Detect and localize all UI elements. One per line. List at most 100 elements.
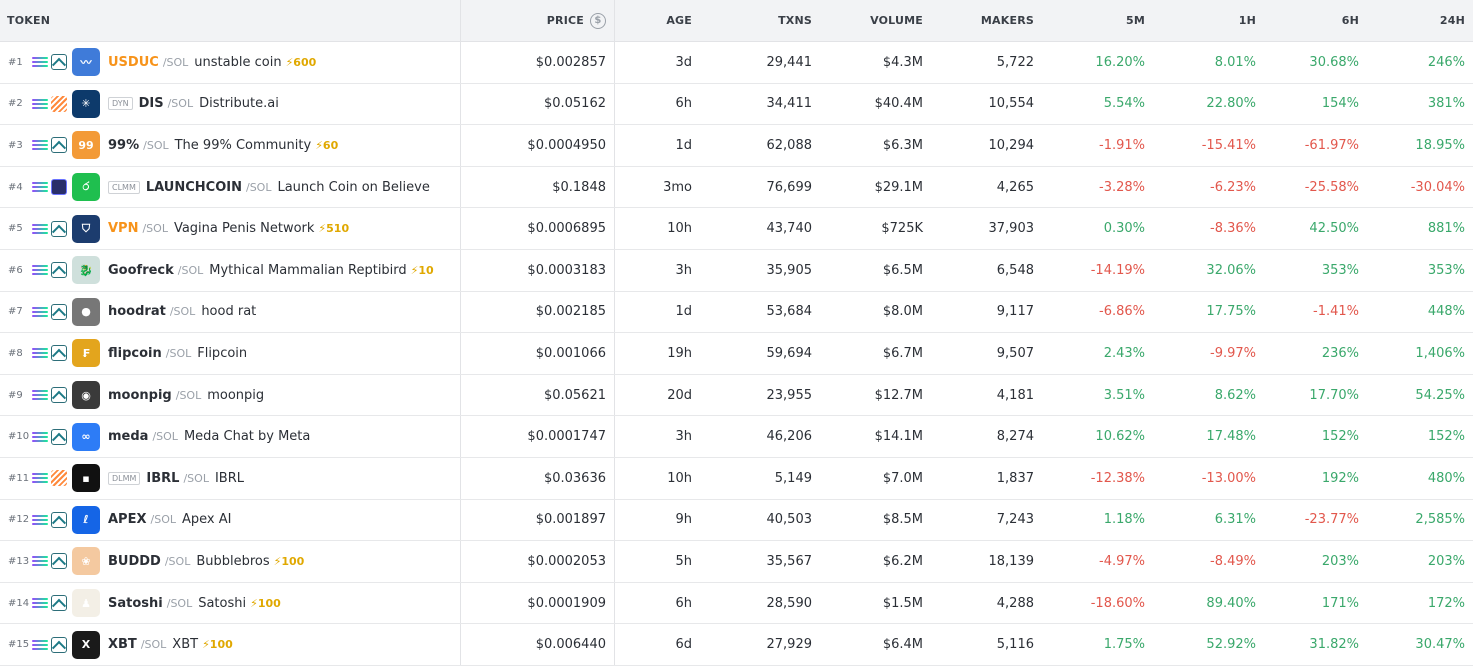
token-cell[interactable]: #15 X XBT /SOL XBT ⚡100 [0,624,461,665]
token-symbol: LAUNCHCOIN [145,179,242,195]
change-1h-cell: -9.97% [1210,345,1256,361]
token-pair: /SOL [140,638,167,652]
makers-cell: 4,288 [996,595,1034,611]
boost-badge[interactable]: ⚡100 [250,597,281,610]
table-row[interactable]: #7 ● hoodrat /SOL hood rat $0.002185 1d … [0,291,1473,334]
col-24h[interactable]: 24H [1367,0,1473,41]
token-name: unstable coin [194,54,282,70]
change-6h-cell: 42.50% [1309,221,1359,237]
price-cell: $0.0006895 [461,208,615,249]
change-6h-cell: 154% [1321,96,1359,112]
token-name: moonpig [207,387,265,403]
token-cell[interactable]: #2 ✳ DYN DIS /SOL Distribute.ai [0,83,461,125]
dex-icon [51,262,67,279]
token-symbol: meda [108,429,149,445]
token-logo: ◉ [72,381,100,410]
token-logo: ර [72,173,100,202]
table-row[interactable]: #14 ♟ Satoshi /SOL Satoshi ⚡100 $0.00019… [0,582,1473,625]
token-pair: /SOL [167,97,194,111]
col-1h[interactable]: 1H [1153,0,1264,41]
table-row[interactable]: #11 ▪ DLMM IBRL /SOL IBRL $0.03636 10h 5… [0,457,1473,500]
change-1h-cell: 52.92% [1206,637,1256,653]
table-row[interactable]: #8 ₣ flipcoin /SOL Flipcoin $0.001066 19… [0,333,1473,375]
token-pair: /SOL [245,180,272,194]
token-pair: /SOL [165,346,192,360]
age-cell: 5h [675,553,692,569]
boost-badge[interactable]: ⚡100 [202,638,233,651]
token-name: Flipcoin [197,345,248,361]
token-name: Mythical Mammalian Reptibird [209,262,407,278]
table-row[interactable]: #12 ℓ APEX /SOL Apex AI $0.001897 9h 40,… [0,499,1473,542]
token-cell[interactable]: #3 99 99% /SOL The 99% Community ⚡60 [0,125,461,166]
change-5m-cell: 5.54% [1103,96,1145,112]
dollar-circle-icon[interactable]: $ [590,12,606,29]
token-cell[interactable]: #6 🐉 Goofreck /SOL Mythical Mammalian Re… [0,249,461,291]
token-pair: /SOL [143,138,169,152]
txns-cell: 59,694 [766,345,813,361]
table-row[interactable]: #15 X XBT /SOL XBT ⚡100 $0.006440 6d 27,… [0,624,1473,666]
boost-badge[interactable]: ⚡510 [318,222,349,235]
table-row[interactable]: #2 ✳ DYN DIS /SOL Distribute.ai $0.05162… [0,83,1473,126]
age-cell: 1d [675,304,692,320]
token-rank: #13 [8,555,30,567]
dex-icon [51,95,67,112]
boost-count: 600 [293,55,317,69]
token-cell[interactable]: #1 〰 USDUC /SOL unstable coin ⚡600 [0,42,461,83]
change-24h-cell: 30.47% [1415,637,1465,653]
token-cell[interactable]: #8 ₣ flipcoin /SOL Flipcoin [0,333,461,374]
col-age[interactable]: AGE [615,0,700,41]
col-volume[interactable]: VOLUME [820,0,931,41]
txns-cell: 46,206 [766,429,813,445]
token-rank: #8 [8,347,23,359]
col-price[interactable]: PRICE $ [461,0,615,41]
token-cell[interactable]: #9 ◉ moonpig /SOL moonpig [0,374,461,416]
volume-cell: $8.5M [882,512,923,528]
table-row[interactable]: #6 🐉 Goofreck /SOL Mythical Mammalian Re… [0,249,1473,292]
token-cell[interactable]: #13 ❀ BUDDD /SOL Bubblebros ⚡100 [0,541,461,582]
change-24h-cell: 54.25% [1415,387,1465,403]
token-symbol: XBT [108,637,137,653]
token-cell[interactable]: #14 ♟ Satoshi /SOL Satoshi ⚡100 [0,582,461,624]
change-24h-cell: 448% [1427,304,1465,320]
table-row[interactable]: #4 ර CLMM LAUNCHCOIN /SOL Launch Coin on… [0,166,1473,209]
token-cell[interactable]: #4 ර CLMM LAUNCHCOIN /SOL Launch Coin on… [0,166,461,208]
dex-icon [51,220,67,237]
col-makers-label: MAKERS [980,14,1034,27]
table-row[interactable]: #3 99 99% /SOL The 99% Community ⚡60 $0.… [0,125,1473,167]
price-cell: $0.006440 [461,624,615,665]
change-5m-cell: 10.62% [1095,429,1145,445]
table-row[interactable]: #9 ◉ moonpig /SOL moonpig $0.05621 20d 2… [0,374,1473,417]
boost-badge[interactable]: ⚡60 [315,139,338,152]
change-24h-cell: 172% [1427,595,1465,611]
table-row[interactable]: #5 ⛉ VPN /SOL Vagina Penis Network ⚡510 … [0,208,1473,250]
col-txns[interactable]: TXNS [700,0,820,41]
token-cell[interactable]: #11 ▪ DLMM IBRL /SOL IBRL [0,457,461,499]
age-cell: 6h [675,96,692,112]
token-cell[interactable]: #10 ∞ meda /SOL Meda Chat by Meta [0,416,461,457]
col-volume-label: VOLUME [870,14,923,27]
token-pair: /SOL [175,388,202,402]
col-5m[interactable]: 5M [1042,0,1153,41]
makers-cell: 5,722 [996,54,1034,70]
token-symbol: APEX [108,512,147,528]
col-makers[interactable]: MAKERS [931,0,1042,41]
table-row[interactable]: #1 〰 USDUC /SOL unstable coin ⚡600 $0.00… [0,42,1473,84]
token-rank: #5 [8,223,23,235]
change-5m-cell: -1.91% [1099,137,1145,153]
table-row[interactable]: #13 ❀ BUDDD /SOL Bubblebros ⚡100 $0.0002… [0,541,1473,583]
token-cell[interactable]: #12 ℓ APEX /SOL Apex AI [0,499,461,541]
col-token[interactable]: TOKEN [0,0,461,41]
token-logo-glyph: ⛉ [81,221,91,235]
boost-badge[interactable]: ⚡10 [411,264,434,277]
token-name: Launch Coin on Believe [277,179,430,195]
volume-cell: $6.7M [882,345,923,361]
token-pair: /SOL [166,596,193,610]
boost-badge[interactable]: ⚡600 [286,56,317,69]
token-cell[interactable]: #7 ● hoodrat /SOL hood rat [0,291,461,333]
token-cell[interactable]: #5 ⛉ VPN /SOL Vagina Penis Network ⚡510 [0,208,461,249]
col-6h[interactable]: 6H [1264,0,1367,41]
makers-cell: 10,554 [988,96,1035,112]
solana-icon [32,180,48,194]
table-row[interactable]: #10 ∞ meda /SOL Meda Chat by Meta $0.000… [0,416,1473,458]
boost-badge[interactable]: ⚡100 [274,555,305,568]
